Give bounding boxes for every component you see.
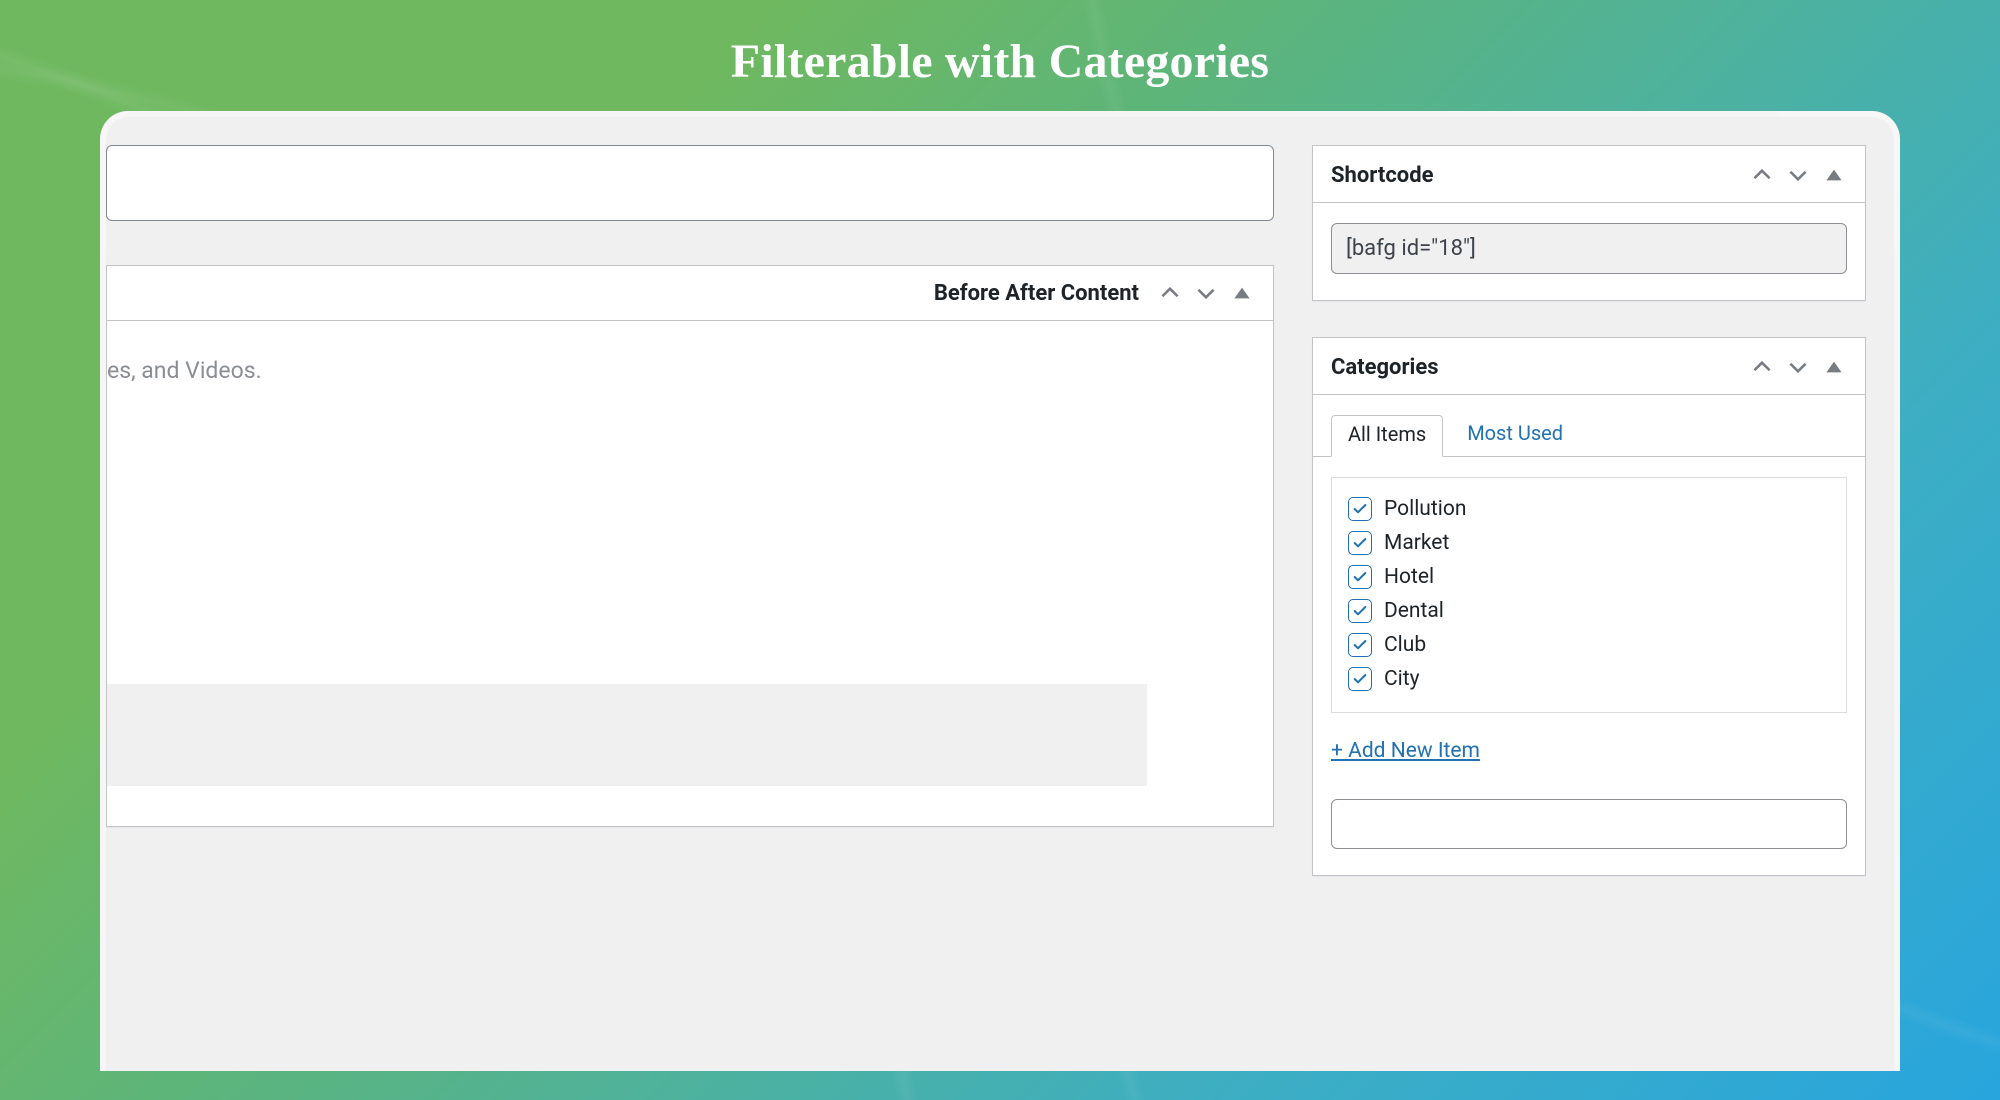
move-down-icon[interactable]: [1785, 354, 1811, 380]
category-item: Dental: [1348, 594, 1830, 628]
category-checkbox[interactable]: [1348, 633, 1372, 657]
tab-all-items[interactable]: All Items: [1331, 415, 1443, 457]
categories-panel-header: Categories: [1313, 338, 1865, 395]
categories-panel-controls: [1749, 354, 1847, 380]
toggle-panel-icon[interactable]: [1821, 162, 1847, 188]
category-item: Club: [1348, 628, 1830, 662]
editor-window: Before After Content es, and Videos.: [100, 111, 1900, 1071]
category-tabs: All Items Most Used: [1313, 395, 1865, 457]
toggle-panel-icon[interactable]: [1229, 280, 1255, 306]
move-down-icon[interactable]: [1785, 162, 1811, 188]
new-category-input[interactable]: [1331, 799, 1847, 849]
category-label[interactable]: City: [1384, 667, 1420, 691]
metabox-title: Before After Content: [934, 281, 1139, 306]
category-item: Hotel: [1348, 560, 1830, 594]
categories-panel: Categories All Items Most Used Pollution: [1312, 337, 1866, 876]
category-checkbox[interactable]: [1348, 497, 1372, 521]
move-up-icon[interactable]: [1749, 354, 1775, 380]
category-checkbox[interactable]: [1348, 565, 1372, 589]
add-new-category-link[interactable]: + Add New Item: [1331, 739, 1480, 763]
move-up-icon[interactable]: [1749, 162, 1775, 188]
toggle-panel-icon[interactable]: [1821, 354, 1847, 380]
category-label[interactable]: Pollution: [1384, 497, 1466, 521]
move-down-icon[interactable]: [1193, 280, 1219, 306]
category-list: Pollution Market Hotel Dental: [1331, 477, 1847, 713]
shortcode-panel-body: [1313, 203, 1865, 300]
shortcode-panel: Shortcode: [1312, 145, 1866, 301]
metabox-header: Before After Content: [107, 266, 1273, 321]
content-text-fragment: es, and Videos.: [107, 357, 1273, 384]
page-title: Filterable with Categories: [0, 0, 2000, 111]
main-column: Before After Content es, and Videos.: [106, 145, 1274, 1071]
metabox-body: es, and Videos.: [107, 321, 1273, 826]
shortcode-panel-title: Shortcode: [1331, 163, 1433, 188]
category-checkbox[interactable]: [1348, 531, 1372, 555]
tab-most-used[interactable]: Most Used: [1451, 415, 1579, 456]
shortcode-input[interactable]: [1331, 223, 1847, 274]
category-item: City: [1348, 662, 1830, 696]
metabox-controls: [1157, 280, 1255, 306]
category-item: Pollution: [1348, 492, 1830, 526]
category-item: Market: [1348, 526, 1830, 560]
category-label[interactable]: Market: [1384, 531, 1449, 555]
sidebar: Shortcode Categories: [1312, 145, 1866, 1071]
categories-panel-body: All Items Most Used Pollution Market Hot…: [1313, 395, 1865, 875]
category-checkbox[interactable]: [1348, 599, 1372, 623]
category-checkbox[interactable]: [1348, 667, 1372, 691]
category-label[interactable]: Hotel: [1384, 565, 1434, 589]
move-up-icon[interactable]: [1157, 280, 1183, 306]
before-after-content-metabox: Before After Content es, and Videos.: [106, 265, 1274, 827]
category-label[interactable]: Dental: [1384, 599, 1444, 623]
category-label[interactable]: Club: [1384, 633, 1426, 657]
content-placeholder-band: [107, 684, 1147, 786]
shortcode-panel-controls: [1749, 162, 1847, 188]
shortcode-panel-header: Shortcode: [1313, 146, 1865, 203]
categories-panel-title: Categories: [1331, 355, 1439, 380]
post-title-input[interactable]: [106, 145, 1274, 221]
